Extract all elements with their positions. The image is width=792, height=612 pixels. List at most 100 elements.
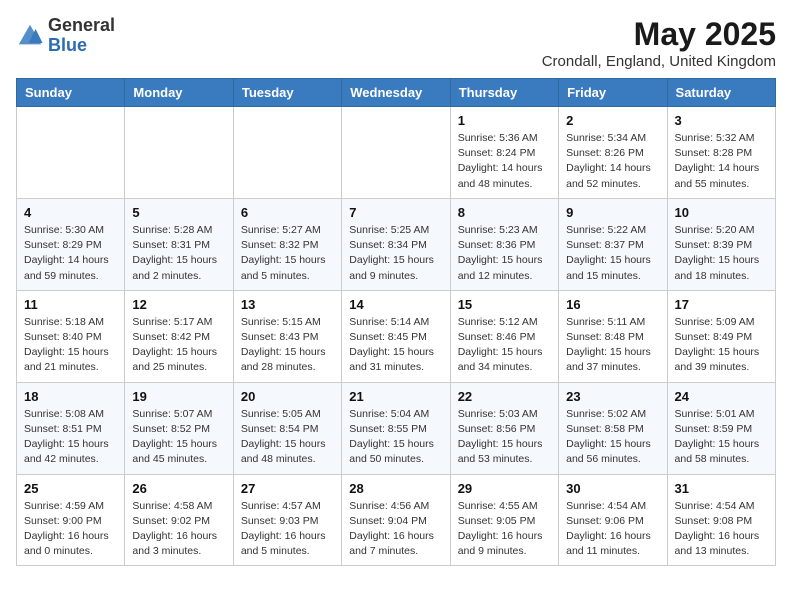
calendar: SundayMondayTuesdayWednesdayThursdayFrid… bbox=[16, 78, 776, 566]
day-number: 14 bbox=[349, 297, 442, 312]
day-info: Sunrise: 4:57 AM Sunset: 9:03 PM Dayligh… bbox=[241, 499, 334, 560]
day-info: Sunrise: 5:32 AM Sunset: 8:28 PM Dayligh… bbox=[675, 131, 768, 192]
day-cell: 13 Sunrise: 5:15 AM Sunset: 8:43 PM Dayli… bbox=[233, 290, 341, 382]
day-info: Sunrise: 4:54 AM Sunset: 9:08 PM Dayligh… bbox=[675, 499, 768, 560]
day-number: 25 bbox=[24, 481, 117, 496]
day-cell: 3 Sunrise: 5:32 AM Sunset: 8:28 PM Daylig… bbox=[667, 107, 775, 199]
day-info: Sunrise: 5:25 AM Sunset: 8:34 PM Dayligh… bbox=[349, 223, 442, 284]
day-info: Sunrise: 5:23 AM Sunset: 8:36 PM Dayligh… bbox=[458, 223, 551, 284]
day-cell: 12 Sunrise: 5:17 AM Sunset: 8:42 PM Dayli… bbox=[125, 290, 233, 382]
day-cell: 2 Sunrise: 5:34 AM Sunset: 8:26 PM Daylig… bbox=[559, 107, 667, 199]
week-row-0: 1 Sunrise: 5:36 AM Sunset: 8:24 PM Daylig… bbox=[17, 107, 776, 199]
calendar-header: SundayMondayTuesdayWednesdayThursdayFrid… bbox=[17, 79, 776, 107]
header-row: SundayMondayTuesdayWednesdayThursdayFrid… bbox=[17, 79, 776, 107]
day-number: 27 bbox=[241, 481, 334, 496]
day-cell: 18 Sunrise: 5:08 AM Sunset: 8:51 PM Dayli… bbox=[17, 382, 125, 474]
day-cell: 24 Sunrise: 5:01 AM Sunset: 8:59 PM Dayli… bbox=[667, 382, 775, 474]
day-number: 13 bbox=[241, 297, 334, 312]
day-number: 8 bbox=[458, 205, 551, 220]
day-info: Sunrise: 5:22 AM Sunset: 8:37 PM Dayligh… bbox=[566, 223, 659, 284]
day-number: 3 bbox=[675, 113, 768, 128]
day-cell: 11Sunrise: 5:18 AM Sunset: 8:40 PM Dayli… bbox=[17, 290, 125, 382]
day-number: 6 bbox=[241, 205, 334, 220]
header: General Blue May 2025 Crondall, England,… bbox=[16, 16, 776, 70]
day-info: Sunrise: 5:02 AM Sunset: 8:58 PM Dayligh… bbox=[566, 407, 659, 468]
day-info: Sunrise: 5:30 AM Sunset: 8:29 PM Dayligh… bbox=[24, 223, 117, 284]
day-number: 30 bbox=[566, 481, 659, 496]
day-cell: 23 Sunrise: 5:02 AM Sunset: 8:58 PM Dayli… bbox=[559, 382, 667, 474]
day-number: 19 bbox=[132, 389, 225, 404]
day-cell: 27 Sunrise: 4:57 AM Sunset: 9:03 PM Dayli… bbox=[233, 474, 341, 566]
week-row-2: 11Sunrise: 5:18 AM Sunset: 8:40 PM Dayli… bbox=[17, 290, 776, 382]
day-info: Sunrise: 5:05 AM Sunset: 8:54 PM Dayligh… bbox=[241, 407, 334, 468]
day-number: 5 bbox=[132, 205, 225, 220]
title-area: May 2025 Crondall, England, United Kingd… bbox=[542, 16, 776, 70]
logo-text: General Blue bbox=[48, 16, 115, 56]
day-cell: 28Sunrise: 4:56 AM Sunset: 9:04 PM Dayli… bbox=[342, 474, 450, 566]
day-info: Sunrise: 5:27 AM Sunset: 8:32 PM Dayligh… bbox=[241, 223, 334, 284]
day-info: Sunrise: 5:34 AM Sunset: 8:26 PM Dayligh… bbox=[566, 131, 659, 192]
day-cell: 22 Sunrise: 5:03 AM Sunset: 8:56 PM Dayli… bbox=[450, 382, 558, 474]
day-number: 18 bbox=[24, 389, 117, 404]
logo-blue: Blue bbox=[48, 35, 87, 55]
day-number: 22 bbox=[458, 389, 551, 404]
day-number: 20 bbox=[241, 389, 334, 404]
day-number: 17 bbox=[675, 297, 768, 312]
day-info: Sunrise: 5:17 AM Sunset: 8:42 PM Dayligh… bbox=[132, 315, 225, 376]
day-info: Sunrise: 5:36 AM Sunset: 8:24 PM Dayligh… bbox=[458, 131, 551, 192]
header-friday: Friday bbox=[559, 79, 667, 107]
day-number: 12 bbox=[132, 297, 225, 312]
day-number: 4 bbox=[24, 205, 117, 220]
day-cell: 16 Sunrise: 5:11 AM Sunset: 8:48 PM Dayli… bbox=[559, 290, 667, 382]
day-info: Sunrise: 5:07 AM Sunset: 8:52 PM Dayligh… bbox=[132, 407, 225, 468]
day-info: Sunrise: 5:11 AM Sunset: 8:48 PM Dayligh… bbox=[566, 315, 659, 376]
day-cell: 8 Sunrise: 5:23 AM Sunset: 8:36 PM Daylig… bbox=[450, 198, 558, 290]
day-number: 1 bbox=[458, 113, 551, 128]
week-row-3: 18 Sunrise: 5:08 AM Sunset: 8:51 PM Dayli… bbox=[17, 382, 776, 474]
day-info: Sunrise: 5:14 AM Sunset: 8:45 PM Dayligh… bbox=[349, 315, 442, 376]
day-info: Sunrise: 5:09 AM Sunset: 8:49 PM Dayligh… bbox=[675, 315, 768, 376]
day-cell bbox=[125, 107, 233, 199]
day-cell: 15 Sunrise: 5:12 AM Sunset: 8:46 PM Dayli… bbox=[450, 290, 558, 382]
day-cell: 10Sunrise: 5:20 AM Sunset: 8:39 PM Dayli… bbox=[667, 198, 775, 290]
main-title: May 2025 bbox=[542, 16, 776, 53]
day-number: 26 bbox=[132, 481, 225, 496]
day-cell: 26 Sunrise: 4:58 AM Sunset: 9:02 PM Dayli… bbox=[125, 474, 233, 566]
logo: General Blue bbox=[16, 16, 115, 56]
day-number: 23 bbox=[566, 389, 659, 404]
day-number: 21 bbox=[349, 389, 442, 404]
header-sunday: Sunday bbox=[17, 79, 125, 107]
logo-icon bbox=[16, 22, 44, 50]
day-number: 31 bbox=[675, 481, 768, 496]
day-info: Sunrise: 5:12 AM Sunset: 8:46 PM Dayligh… bbox=[458, 315, 551, 376]
day-number: 16 bbox=[566, 297, 659, 312]
day-cell: 29 Sunrise: 4:55 AM Sunset: 9:05 PM Dayli… bbox=[450, 474, 558, 566]
day-number: 10 bbox=[675, 205, 768, 220]
day-info: Sunrise: 4:56 AM Sunset: 9:04 PM Dayligh… bbox=[349, 499, 442, 560]
day-info: Sunrise: 5:01 AM Sunset: 8:59 PM Dayligh… bbox=[675, 407, 768, 468]
day-cell bbox=[342, 107, 450, 199]
day-cell bbox=[233, 107, 341, 199]
day-number: 9 bbox=[566, 205, 659, 220]
day-cell: 19 Sunrise: 5:07 AM Sunset: 8:52 PM Dayli… bbox=[125, 382, 233, 474]
day-info: Sunrise: 5:03 AM Sunset: 8:56 PM Dayligh… bbox=[458, 407, 551, 468]
day-cell: 17 Sunrise: 5:09 AM Sunset: 8:49 PM Dayli… bbox=[667, 290, 775, 382]
day-cell: 20 Sunrise: 5:05 AM Sunset: 8:54 PM Dayli… bbox=[233, 382, 341, 474]
week-row-4: 25Sunrise: 4:59 AM Sunset: 9:00 PM Dayli… bbox=[17, 474, 776, 566]
day-cell: 4 Sunrise: 5:30 AM Sunset: 8:29 PM Daylig… bbox=[17, 198, 125, 290]
calendar-body: 1 Sunrise: 5:36 AM Sunset: 8:24 PM Daylig… bbox=[17, 107, 776, 566]
day-cell: 21Sunrise: 5:04 AM Sunset: 8:55 PM Dayli… bbox=[342, 382, 450, 474]
day-info: Sunrise: 5:08 AM Sunset: 8:51 PM Dayligh… bbox=[24, 407, 117, 468]
day-cell: 31 Sunrise: 4:54 AM Sunset: 9:08 PM Dayli… bbox=[667, 474, 775, 566]
day-info: Sunrise: 4:55 AM Sunset: 9:05 PM Dayligh… bbox=[458, 499, 551, 560]
day-info: Sunrise: 5:15 AM Sunset: 8:43 PM Dayligh… bbox=[241, 315, 334, 376]
day-number: 24 bbox=[675, 389, 768, 404]
day-number: 2 bbox=[566, 113, 659, 128]
day-cell: 5Sunrise: 5:28 AM Sunset: 8:31 PM Daylig… bbox=[125, 198, 233, 290]
day-number: 15 bbox=[458, 297, 551, 312]
day-number: 29 bbox=[458, 481, 551, 496]
day-info: Sunrise: 4:58 AM Sunset: 9:02 PM Dayligh… bbox=[132, 499, 225, 560]
week-row-1: 4 Sunrise: 5:30 AM Sunset: 8:29 PM Daylig… bbox=[17, 198, 776, 290]
logo-general: General bbox=[48, 15, 115, 35]
day-cell: 9 Sunrise: 5:22 AM Sunset: 8:37 PM Daylig… bbox=[559, 198, 667, 290]
